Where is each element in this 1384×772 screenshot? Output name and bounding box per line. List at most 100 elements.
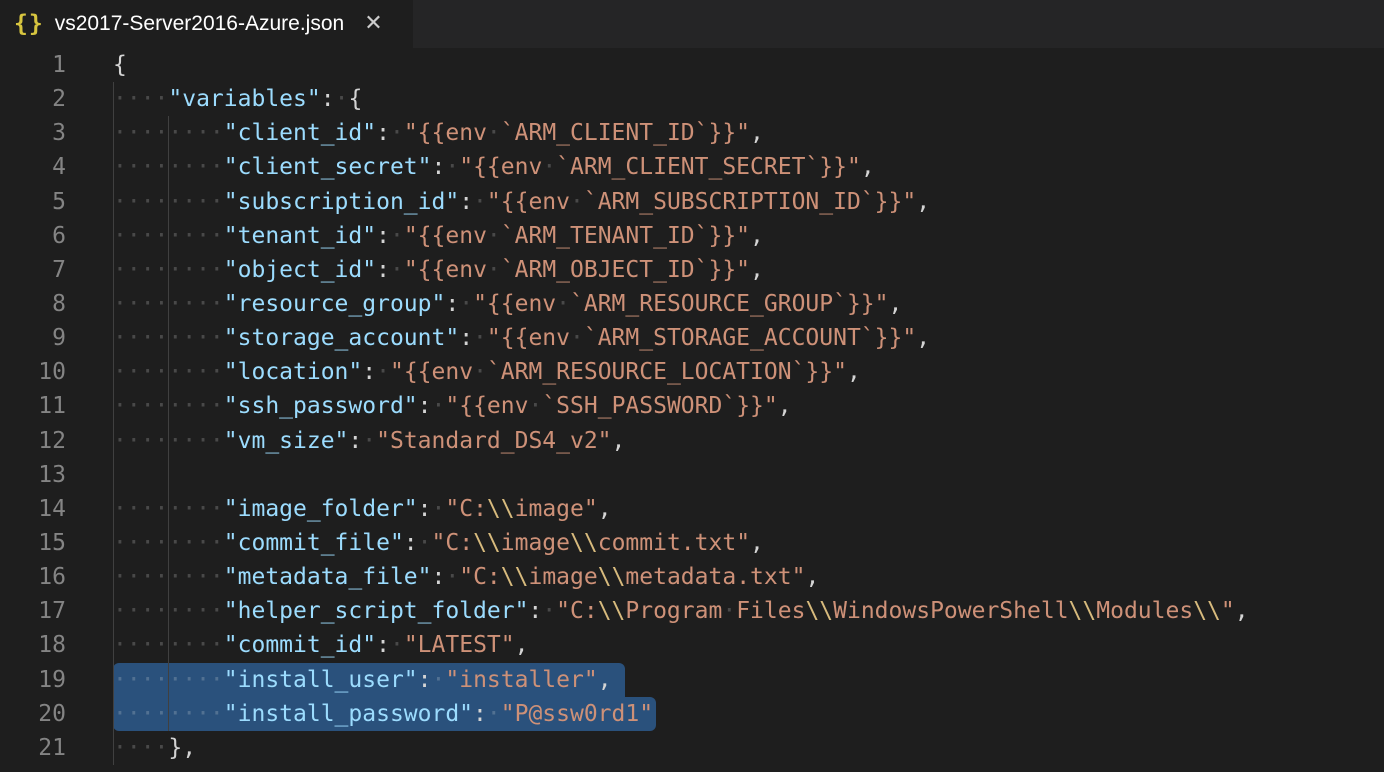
token-pun: :	[459, 189, 473, 215]
code-line[interactable]: 19 ········"install_user":·"installer",	[0, 663, 1384, 697]
token-str: "{{env	[487, 325, 570, 351]
whitespace-dots: ·	[473, 189, 487, 215]
code-line[interactable]: 17········"helper_script_folder":·"C:\\P…	[0, 594, 1384, 628]
line-number[interactable]: 16	[0, 560, 66, 594]
whitespace-dots: ·	[335, 86, 349, 112]
tab-title: vs2017-Server2016-Azure.json	[55, 12, 345, 36]
token-key: "client_id"	[224, 120, 376, 146]
whitespace-dots: ·	[432, 667, 446, 693]
token-pun: :	[376, 632, 390, 658]
token-pun: ,	[889, 291, 903, 317]
code-line[interactable]: 9 ········"storage_account":·"{{env·`ARM_…	[0, 321, 1384, 355]
whitespace-dots: ········	[113, 598, 224, 624]
line-content: ········"subscription_id":·"{{env·`ARM_S…	[113, 185, 1384, 219]
token-str: "C:	[556, 598, 598, 624]
token-pun: :	[459, 325, 473, 351]
line-number[interactable]: 5	[0, 185, 66, 219]
token-pun: :	[376, 223, 390, 249]
token-pun: :	[404, 530, 418, 556]
code-text: ········"metadata_file":·"C:\\image\\met…	[113, 564, 819, 590]
token-pun: :	[445, 291, 459, 317]
code-text: {	[113, 52, 127, 78]
whitespace-dots: ········	[113, 530, 224, 556]
line-number[interactable]: 2	[0, 82, 66, 116]
code-line[interactable]: 16 ········"metadata_file":·"C:\\image\\m…	[0, 560, 1384, 594]
line-number[interactable]: 18	[0, 628, 66, 662]
token-pun: ,	[598, 667, 612, 693]
line-number[interactable]: 14	[0, 492, 66, 526]
code-text: ····},	[113, 735, 196, 761]
line-number[interactable]: 11	[0, 389, 66, 423]
code-line[interactable]: 14········"image_folder":·"C:\\image",	[0, 492, 1384, 526]
line-number[interactable]: 8	[0, 287, 66, 321]
code-line[interactable]: 15········"commit_file":·"C:\\image\\com…	[0, 526, 1384, 560]
token-str: `ARM_RESOURCE_GROUP`}}"	[570, 291, 889, 317]
token-key: "metadata_file"	[224, 564, 432, 590]
code-line[interactable]: 11 ········"ssh_password":·"{{env·`SSH_PA…	[0, 389, 1384, 423]
token-pun: :	[376, 120, 390, 146]
line-content: ········"install_user":·"installer",	[113, 663, 1384, 697]
line-number[interactable]: 4	[0, 150, 66, 184]
tab-bar: {} vs2017-Server2016-Azure.json ✕	[0, 0, 1384, 48]
line-number[interactable]: 3	[0, 116, 66, 150]
code-line[interactable]: 7········"object_id":·"{{env·`ARM_OBJECT…	[0, 253, 1384, 287]
token-str: "{{env	[445, 393, 528, 419]
token-str: "{{env	[404, 223, 487, 249]
tab-vs2017-server2016-azure-json[interactable]: {} vs2017-Server2016-Azure.json ✕	[0, 0, 413, 48]
line-number[interactable]: 7	[0, 253, 66, 287]
token-str: "	[1221, 598, 1235, 624]
code-line[interactable]: 2····"variables":·{	[0, 82, 1384, 116]
token-esc: \\	[501, 564, 529, 590]
token-key: "storage_account"	[224, 325, 459, 351]
token-str: WindowsPowerShell	[833, 598, 1068, 624]
token-pun: :	[376, 257, 390, 283]
token-esc: \\	[487, 496, 515, 522]
token-pun: :	[418, 496, 432, 522]
code-line[interactable]: 20 ········"install_password":·"P@ssw0rd1…	[0, 697, 1384, 731]
code-line[interactable]: 1{	[0, 48, 1384, 82]
line-content: ········"install_password":·"P@ssw0rd1"	[113, 697, 1384, 731]
line-content: ········"client_secret":·"{{env·`ARM_CLI…	[113, 150, 1384, 184]
token-str: "{{env	[404, 120, 487, 146]
code-line[interactable]: 18········"commit_id":·"LATEST",	[0, 628, 1384, 662]
line-number[interactable]: 19	[0, 663, 66, 697]
line-number[interactable]: 1	[0, 48, 66, 82]
code-line[interactable]: 6 ········"tenant_id":·"{{env·`ARM_TENANT…	[0, 219, 1384, 253]
token-str: "C:	[459, 564, 501, 590]
line-number[interactable]: 15	[0, 526, 66, 560]
code-line[interactable]: 5········"subscription_id":·"{{env·`ARM_…	[0, 185, 1384, 219]
line-number[interactable]: 13	[0, 458, 66, 492]
token-pun: ,	[847, 359, 861, 385]
indent-guide	[168, 458, 169, 492]
token-str: "{{env	[404, 257, 487, 283]
line-number[interactable]: 9	[0, 321, 66, 355]
line-number[interactable]: 12	[0, 424, 66, 458]
whitespace-dots: ········	[113, 291, 224, 317]
line-number[interactable]: 21	[0, 731, 66, 765]
code-line[interactable]: 4 ········"client_secret":·"{{env·`ARM_CL…	[0, 150, 1384, 184]
line-number[interactable]: 20	[0, 697, 66, 731]
whitespace-dots: ········	[113, 223, 224, 249]
code-text: ········"storage_account":·"{{env·`ARM_S…	[113, 325, 930, 351]
whitespace-dots: ····	[113, 86, 168, 112]
code-line[interactable]: 10········"location":·"{{env·`ARM_RESOUR…	[0, 355, 1384, 389]
code-text: ········"tenant_id":·"{{env·`ARM_TENANT_…	[113, 223, 764, 249]
token-esc: \\	[570, 530, 598, 556]
token-pun: ,	[861, 154, 875, 180]
code-text: ········"ssh_password":·"{{env·`SSH_PASS…	[113, 393, 792, 419]
code-text: ········"client_secret":·"{{env·`ARM_CLI…	[113, 154, 875, 180]
token-pun: :	[321, 86, 335, 112]
line-number[interactable]: 17	[0, 594, 66, 628]
code-line[interactable]: 8········"resource_group":·"{{env·`ARM_R…	[0, 287, 1384, 321]
code-line[interactable]: 13	[0, 458, 1384, 492]
whitespace-dots: ········	[113, 359, 224, 385]
whitespace-dots: ·	[722, 598, 736, 624]
code-line[interactable]: 12········"vm_size":·"Standard_DS4_v2",	[0, 424, 1384, 458]
code-editor[interactable]: 1{2····"variables":·{3········"client_id…	[0, 48, 1384, 765]
whitespace-dots: ·	[570, 189, 584, 215]
code-line[interactable]: 21 ····},	[0, 731, 1384, 765]
close-icon[interactable]: ✕	[364, 13, 382, 35]
line-number[interactable]: 10	[0, 355, 66, 389]
code-line[interactable]: 3········"client_id":·"{{env·`ARM_CLIENT…	[0, 116, 1384, 150]
line-number[interactable]: 6	[0, 219, 66, 253]
